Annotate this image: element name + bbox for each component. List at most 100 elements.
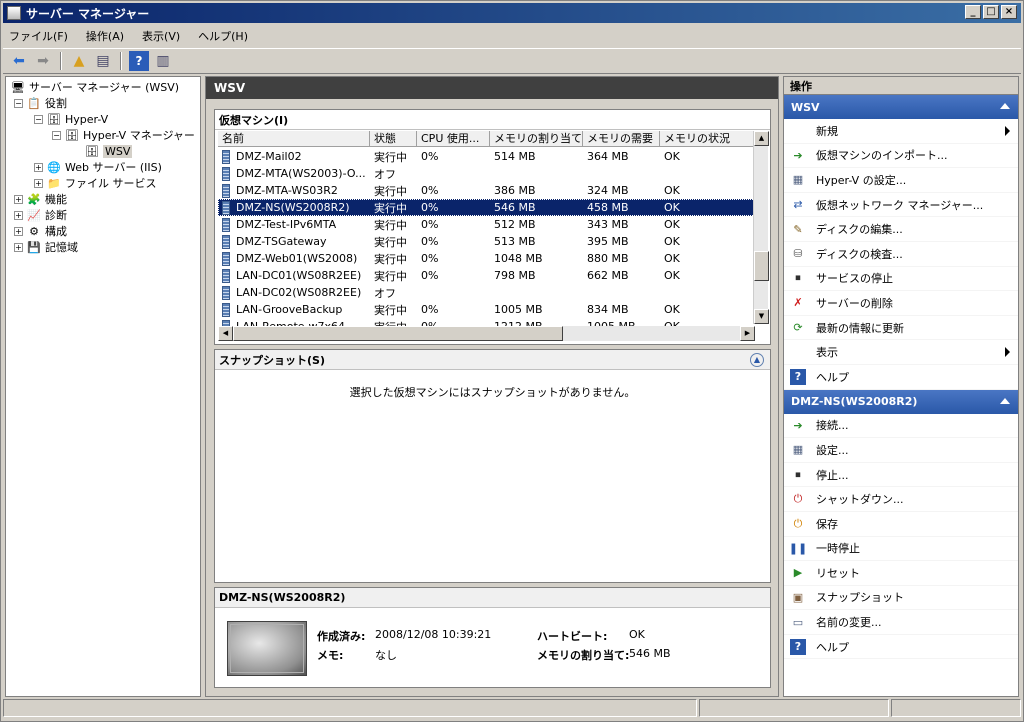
tree-wsv[interactable]: 🗄 WSV: [6, 143, 200, 159]
navigation-tree: 🖥 サーバー マネージャー (WSV) − 📋 役割 − 🗄 Hyper-V − 🗄 Hype…: [5, 76, 201, 697]
action-edit-disk[interactable]: ✎ ディスクの編集...: [784, 217, 1018, 242]
expand-icon[interactable]: +: [34, 178, 43, 188]
vm-row[interactable]: DMZ-NS(WS2008R2) 実行中 0% 546 MB 458 MB OK: [218, 199, 755, 216]
tree-hyperv-manager[interactable]: − 🗄 Hyper-V マネージャー: [6, 127, 200, 143]
vm-row[interactable]: DMZ-TSGateway 実行中 0% 513 MB 395 MB OK: [218, 233, 755, 250]
collapse-icon[interactable]: −: [52, 130, 61, 140]
vm-row[interactable]: LAN-DC02(WS08R2EE) オフ: [218, 284, 755, 301]
action-settings[interactable]: ▦ 設定...: [784, 438, 1018, 463]
help-icon: ?: [790, 368, 806, 385]
scroll-thumb[interactable]: [754, 251, 769, 281]
action-view[interactable]: 表示: [784, 340, 1018, 365]
action-label: ディスクの検査...: [816, 247, 903, 261]
action-virtual-network[interactable]: ⇄ 仮想ネットワーク マネージャー...: [784, 193, 1018, 218]
scroll-up-button[interactable]: ▲: [754, 131, 769, 146]
up-folder-icon[interactable]: ▲: [69, 51, 89, 71]
expand-icon[interactable]: +: [14, 242, 23, 252]
action-remove-server[interactable]: ✗ サーバーの削除: [784, 291, 1018, 316]
action-reset[interactable]: ▶ リセット: [784, 561, 1018, 586]
tree-file-service[interactable]: + 📁 ファイル サービス: [6, 175, 200, 191]
expand-icon[interactable]: +: [14, 226, 23, 236]
menu-view[interactable]: 表示(V): [142, 28, 180, 44]
action-help[interactable]: ? ヘルプ: [784, 365, 1018, 390]
vm-row[interactable]: LAN-DC01(WS08R2EE) 実行中 0% 798 MB 662 MB OK: [218, 267, 755, 284]
vm-vertical-scrollbar[interactable]: ▲ ▼: [753, 131, 769, 324]
vm-cell-mem: 513 MB: [494, 235, 536, 248]
tree-diagnostics[interactable]: + 📈 診断: [6, 207, 200, 223]
action-hyperv-settings[interactable]: ▦ Hyper-V の設定...: [784, 168, 1018, 193]
show-hide-tree-icon[interactable]: ▤: [93, 51, 113, 71]
vm-row[interactable]: DMZ-Mail02 実行中 0% 514 MB 364 MB OK: [218, 148, 755, 165]
menu-help[interactable]: ヘルプ(H): [198, 28, 248, 44]
vm-row[interactable]: DMZ-Test-IPv6MTA 実行中 0% 512 MB 343 MB OK: [218, 216, 755, 233]
expand-icon[interactable]: +: [34, 162, 43, 172]
collapse-icon[interactable]: −: [34, 114, 43, 124]
vm-cell-name: LAN-GrooveBackup: [236, 302, 343, 316]
minimize-button[interactable]: _: [965, 5, 981, 19]
tree-roles[interactable]: − 📋 役割: [6, 95, 200, 111]
collapse-chevron-icon[interactable]: ▲: [750, 352, 764, 367]
tree-features[interactable]: + 🧩 機能: [6, 191, 200, 207]
vm-row[interactable]: DMZ-MTA(WS2003)-O... オフ: [218, 165, 755, 182]
scroll-right-button[interactable]: ▶: [740, 326, 755, 341]
action-stop-service[interactable]: ⏹ サービスの停止: [784, 267, 1018, 292]
help-icon[interactable]: ?: [129, 51, 149, 71]
action-stop[interactable]: ⏹ 停止...: [784, 463, 1018, 488]
show-action-pane-icon[interactable]: ▥: [153, 51, 173, 71]
actions-section-vm[interactable]: DMZ-NS(WS2008R2): [784, 389, 1018, 414]
expand-icon[interactable]: +: [14, 194, 23, 204]
tree-hyperv[interactable]: − 🗄 Hyper-V: [6, 111, 200, 127]
scroll-left-button[interactable]: ◀: [218, 326, 233, 341]
settings-icon: ▦: [792, 443, 804, 457]
menu-action[interactable]: 操作(A): [86, 28, 124, 44]
tree-web-server[interactable]: + 🌐 Web サーバー (IIS): [6, 159, 200, 175]
vm-row[interactable]: DMZ-Web01(WS2008) 実行中 0% 1048 MB 880 MB OK: [218, 250, 755, 267]
vm-cell-name: DMZ-Web01(WS2008): [236, 251, 358, 265]
action-label: 新規: [816, 124, 838, 138]
col-demand[interactable]: メモリの需要: [583, 131, 660, 146]
detail-panel: DMZ-NS(WS2008R2) 作成済み: 2008/12/08 10:39:…: [214, 587, 771, 688]
action-inspect-disk[interactable]: ⛁ ディスクの検査...: [784, 242, 1018, 267]
col-status[interactable]: メモリの状況: [660, 131, 755, 146]
col-cpu[interactable]: CPU 使用...: [417, 131, 490, 146]
action-shutdown[interactable]: ⏻ シャットダウン...: [784, 487, 1018, 512]
action-import-vm[interactable]: ➔ 仮想マシンのインポート...: [784, 144, 1018, 169]
col-name[interactable]: 名前: [218, 131, 370, 146]
vm-cell-cpu: 0%: [421, 303, 439, 316]
vm-horizontal-scrollbar[interactable]: ◀ ▶: [218, 326, 755, 341]
action-rename[interactable]: ▭ 名前の変更...: [784, 610, 1018, 635]
action-snapshot[interactable]: ▣ スナップショット: [784, 586, 1018, 611]
tree-configuration[interactable]: + ⚙ 構成: [6, 223, 200, 239]
col-mem[interactable]: メモリの割り当て: [490, 131, 583, 146]
vm-row[interactable]: DMZ-MTA-WS03R2 実行中 0% 386 MB 324 MB OK: [218, 182, 755, 199]
action-save[interactable]: ⏻ 保存: [784, 512, 1018, 537]
collapse-arrow-icon[interactable]: [1000, 103, 1010, 109]
vm-row[interactable]: LAN-GrooveBackup 実行中 0% 1005 MB 834 MB OK: [218, 301, 755, 318]
tree-root[interactable]: 🖥 サーバー マネージャー (WSV): [6, 79, 200, 95]
action-connect[interactable]: ➔ 接続...: [784, 414, 1018, 439]
action-pause[interactable]: ❚❚ 一時停止: [784, 537, 1018, 562]
expand-icon[interactable]: +: [14, 210, 23, 220]
action-refresh[interactable]: ⟳ 最新の情報に更新: [784, 316, 1018, 341]
tree-storage[interactable]: + 💾 記憶域: [6, 239, 200, 255]
menu-bar: ファイル(F) 操作(A) 表示(V) ヘルプ(H): [3, 25, 1021, 47]
view-icon: [790, 344, 806, 360]
vm-cell-cpu: 0%: [421, 184, 439, 197]
hscroll-thumb[interactable]: [233, 326, 563, 341]
actions-section-wsv[interactable]: WSV: [784, 95, 1018, 119]
action-help[interactable]: ? ヘルプ: [784, 635, 1018, 660]
menu-file[interactable]: ファイル(F): [9, 28, 68, 44]
scroll-down-button[interactable]: ▼: [754, 309, 769, 324]
col-state[interactable]: 状態: [370, 131, 417, 146]
vm-icon: [222, 285, 230, 300]
back-arrow-icon[interactable]: ⬅: [9, 51, 29, 71]
collapse-arrow-icon[interactable]: [1000, 397, 1010, 404]
memory-label: メモリの割り当て:: [537, 649, 630, 662]
vm-icon: [222, 183, 230, 198]
collapse-icon[interactable]: −: [14, 98, 23, 108]
maximize-button[interactable]: □: [983, 5, 999, 19]
close-button[interactable]: ×: [1001, 5, 1017, 19]
forward-arrow-icon[interactable]: ➡: [33, 51, 53, 71]
action-new[interactable]: 新規: [784, 119, 1018, 144]
vm-cell-name: DMZ-Mail02: [236, 149, 302, 163]
